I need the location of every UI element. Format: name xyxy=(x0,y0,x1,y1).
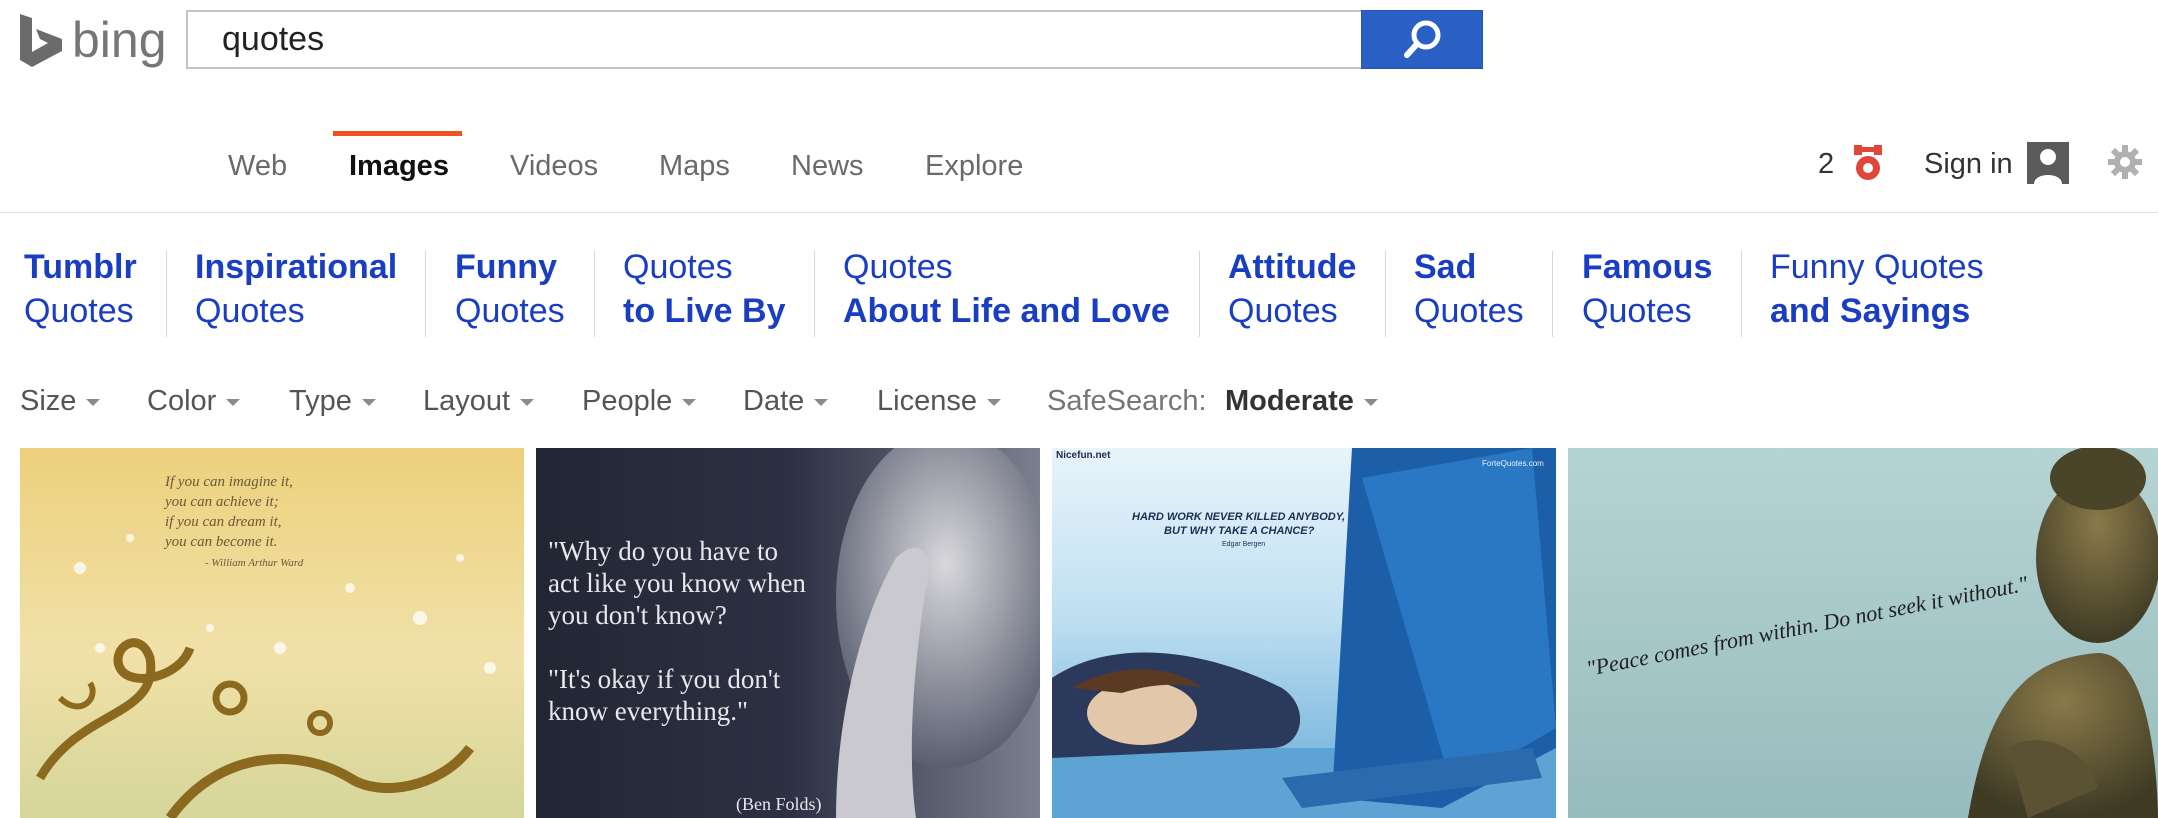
active-tab-indicator xyxy=(333,131,462,136)
image-3-site: Nicefun.net xyxy=(1056,450,1111,461)
image-result[interactable]: Nicefun.net ForteQuotes.com HARD WORK NE… xyxy=(1052,448,1556,818)
tab-maps[interactable]: Maps xyxy=(659,150,730,183)
caret-down-icon xyxy=(86,399,101,406)
avatar[interactable] xyxy=(2027,142,2069,184)
related-search-item[interactable]: Sad Quotes xyxy=(1414,245,1524,333)
image-result-2: "Why do you have to act like you know wh… xyxy=(536,448,1040,818)
related-search-item[interactable]: Quotes About Life and Love xyxy=(843,245,1170,333)
image-2-author: (Ben Folds) xyxy=(736,794,822,815)
related-search-item[interactable]: Inspirational Quotes xyxy=(195,245,397,333)
image-3-site-2: ForteQuotes.com xyxy=(1482,459,1544,468)
image-result[interactable]: "Why do you have to act like you know wh… xyxy=(536,448,1040,818)
related-separator xyxy=(425,251,426,337)
search-query-text: quotes xyxy=(222,20,325,58)
safesearch-label: SafeSearch: xyxy=(1047,385,1207,417)
tab-explore[interactable]: Explore xyxy=(925,150,1023,183)
header: bing quotes xyxy=(0,0,2158,80)
caret-down-icon xyxy=(682,399,697,406)
filter-type[interactable]: Type xyxy=(289,385,376,418)
search-input[interactable]: quotes xyxy=(186,10,1363,69)
bing-logo[interactable]: bing xyxy=(18,10,167,70)
settings-gear-icon[interactable] xyxy=(2106,143,2144,181)
image-3-quote-line: HARD WORK NEVER KILLED ANYBODY, xyxy=(1132,511,1345,523)
filter-date[interactable]: Date xyxy=(743,385,829,418)
image-result[interactable]: If you can imagine it, you can achieve i… xyxy=(20,448,524,818)
tab-videos[interactable]: Videos xyxy=(510,150,598,183)
rewards-medal-icon[interactable] xyxy=(1850,143,1886,183)
image-result-3: Nicefun.net ForteQuotes.com HARD WORK NE… xyxy=(1052,448,1556,818)
filter-license[interactable]: License xyxy=(877,385,1001,418)
filter-size[interactable]: Size xyxy=(20,385,101,418)
related-separator xyxy=(814,251,815,337)
filter-people[interactable]: People xyxy=(582,385,697,418)
bing-logo-icon xyxy=(20,14,62,67)
image-3-quote-line: BUT WHY TAKE A CHANCE? xyxy=(1164,525,1315,537)
user-icon xyxy=(2027,142,2069,184)
caret-down-icon xyxy=(361,399,376,406)
image-1-quote-line: if you can dream it, xyxy=(165,514,282,530)
image-2-quote-line: you don't know? xyxy=(548,600,727,630)
related-search-item[interactable]: Funny Quotes and Sayings xyxy=(1770,245,1984,333)
search-button[interactable] xyxy=(1361,10,1483,69)
image-1-quote-line: you can become it. xyxy=(163,534,277,550)
related-separator xyxy=(594,251,595,337)
related-separator xyxy=(1741,251,1742,337)
filter-layout[interactable]: Layout xyxy=(423,385,535,418)
related-search-item[interactable]: Quotes to Live By xyxy=(623,245,785,333)
rewards-count[interactable]: 2 xyxy=(1818,148,1834,181)
filter-color[interactable]: Color xyxy=(147,385,241,418)
tab-images[interactable]: Images xyxy=(349,150,449,183)
related-search-item[interactable]: Tumblr Quotes xyxy=(24,245,137,333)
image-2-quote-line: know everything." xyxy=(548,696,748,726)
image-2-quote-line: "Why do you have to xyxy=(548,536,778,566)
caret-down-icon xyxy=(986,399,1001,406)
image-result-1: If you can imagine it, you can achieve i… xyxy=(20,448,524,818)
search-icon xyxy=(1404,20,1441,58)
related-separator xyxy=(1385,251,1386,337)
caret-down-icon xyxy=(1363,399,1378,406)
image-1-author: - William Arthur Ward xyxy=(205,557,304,569)
image-result[interactable]: "Peace comes from within. Do not seek it… xyxy=(1568,448,2158,818)
related-search-item[interactable]: Attitude Quotes xyxy=(1228,245,1356,333)
image-result-4: "Peace comes from within. Do not seek it… xyxy=(1568,448,2158,818)
nav-divider xyxy=(0,212,2158,213)
caret-down-icon xyxy=(814,399,829,406)
sign-in-link[interactable]: Sign in xyxy=(1924,148,2013,181)
related-separator xyxy=(1199,251,1200,337)
tab-web[interactable]: Web xyxy=(228,150,287,183)
safesearch-dropdown[interactable]: Moderate xyxy=(1225,385,1378,418)
related-separator xyxy=(1552,251,1553,337)
image-2-quote-line: "It's okay if you don't xyxy=(548,664,781,694)
image-3-author: Edgar Bergen xyxy=(1222,541,1265,548)
related-search-item[interactable]: Funny Quotes xyxy=(455,245,565,333)
related-search-item[interactable]: Famous Quotes xyxy=(1582,245,1712,333)
caret-down-icon xyxy=(520,399,535,406)
image-2-quote-line: act like you know when xyxy=(548,568,806,598)
logo-text: bing xyxy=(72,12,167,68)
tab-news[interactable]: News xyxy=(791,150,864,183)
image-1-quote-line: If you can imagine it, xyxy=(164,474,293,490)
related-separator xyxy=(166,251,167,337)
image-1-quote-line: you can achieve it; xyxy=(163,494,279,510)
caret-down-icon xyxy=(226,399,241,406)
